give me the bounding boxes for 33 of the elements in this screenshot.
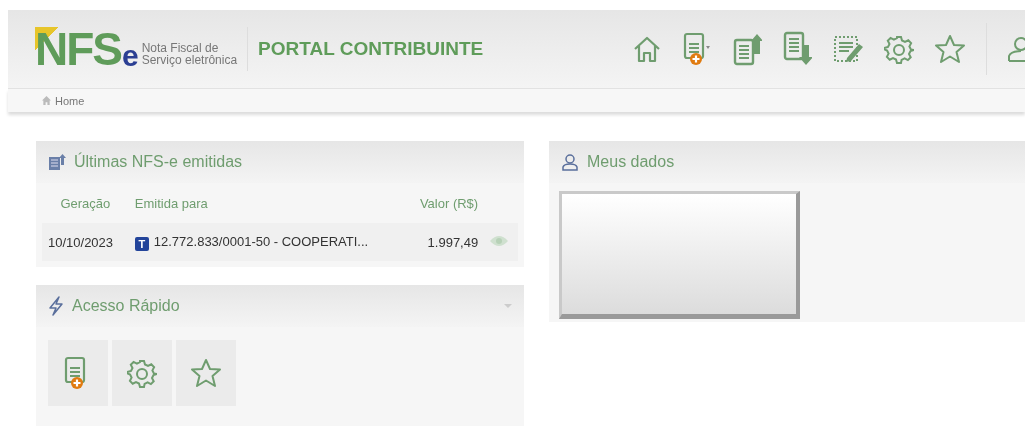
- document-down-icon[interactable]: [782, 31, 812, 67]
- document-edit-icon[interactable]: [832, 34, 864, 64]
- user-icon[interactable]: [1007, 34, 1025, 64]
- table-cell: 10/10/2023: [42, 223, 129, 261]
- document-plus-button[interactable]: [48, 340, 108, 406]
- document-plus-icon[interactable]: [682, 32, 712, 66]
- panel-title: Meus dados: [587, 153, 675, 171]
- star-icon[interactable]: [934, 34, 966, 64]
- column-header: Emitida para: [128, 183, 406, 223]
- table-cell: 12.772.833/0001-50 - COOPERATI...: [153, 233, 369, 249]
- document-up-icon[interactable]: [732, 32, 762, 66]
- lightning-icon: [48, 296, 64, 316]
- breadcrumb-link[interactable]: Home: [55, 94, 85, 107]
- portal-title: PORTAL CONTRIBUINTE: [258, 38, 484, 60]
- panel-title: Últimas NFS-e emitidas: [74, 153, 243, 171]
- column-header: Valor (R$): [405, 183, 485, 223]
- star-icon: [190, 358, 222, 388]
- gear-icon[interactable]: [884, 34, 914, 64]
- logo-e: e: [122, 41, 139, 71]
- table-cell: 1.997,49: [405, 223, 485, 261]
- logo-tagline: Serviço eletrônica: [141, 54, 238, 66]
- favorites-button[interactable]: [176, 340, 236, 406]
- column-header: Geração: [42, 183, 129, 223]
- home-icon[interactable]: [632, 34, 662, 64]
- type-badge: T: [134, 236, 149, 251]
- logo-tagline: Nota Fiscal de: [141, 42, 220, 54]
- eye-icon[interactable]: [490, 234, 509, 247]
- home-icon: [42, 96, 51, 105]
- settings-button[interactable]: [112, 340, 172, 406]
- document-up-icon: [48, 153, 66, 171]
- user-icon: [561, 153, 579, 171]
- gear-icon: [127, 358, 157, 388]
- panel-title: Acesso Rápido: [72, 297, 180, 315]
